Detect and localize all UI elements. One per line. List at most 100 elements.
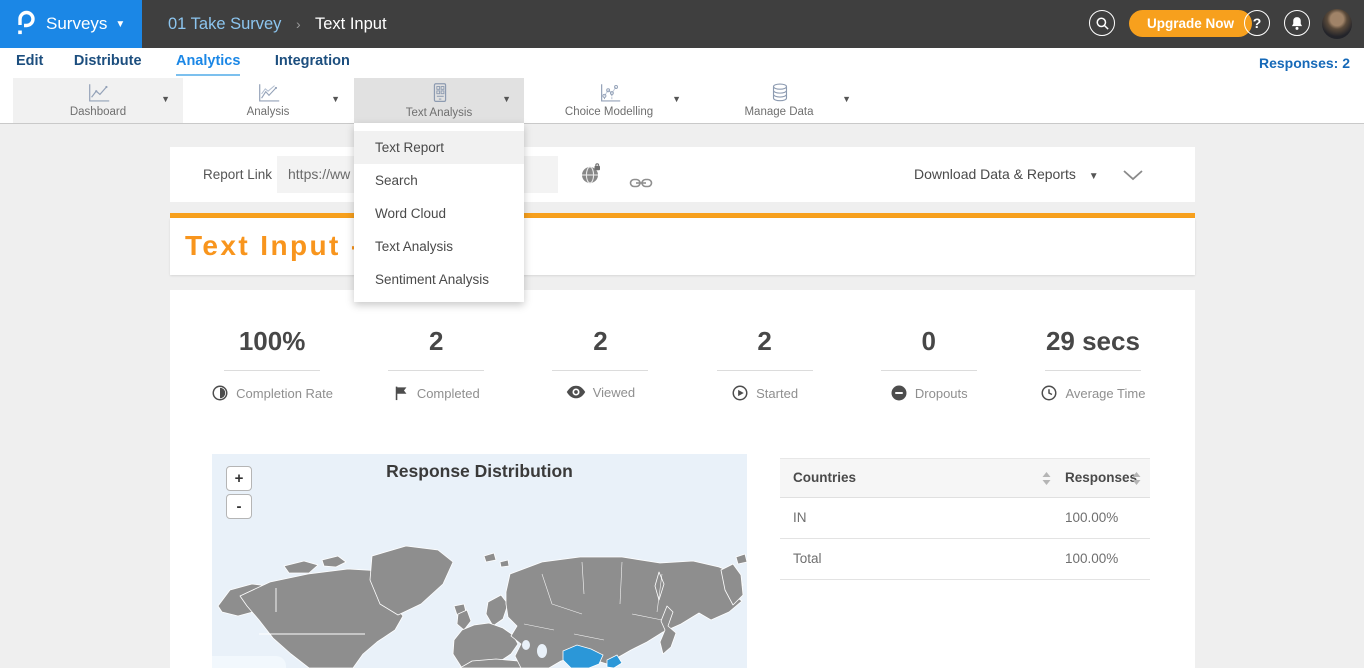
analytics-tab-bar: ▼ Dashboard ▼ Analysis ▼: [0, 78, 1364, 124]
responses-cell: 100.00%: [1065, 539, 1118, 579]
tab-label-text-analysis: Text Analysis: [354, 107, 524, 119]
menu-item-text-analysis[interactable]: Text Analysis: [354, 230, 524, 263]
user-avatar[interactable]: [1322, 9, 1352, 39]
world-map: [212, 454, 747, 668]
eye-icon: [566, 384, 586, 400]
subnav-item-distribute[interactable]: Distribute: [74, 48, 142, 74]
download-data-reports-label: Download Data & Reports: [914, 166, 1076, 182]
table-row: IN 100.00%: [780, 498, 1150, 539]
stat-average-time: 29 secs Average Time: [1011, 326, 1175, 407]
notifications-button[interactable]: [1284, 10, 1310, 36]
map-zoom-out-button[interactable]: -: [226, 494, 252, 519]
stat-label: Completion Rate: [236, 386, 333, 401]
tab-text-analysis[interactable]: ▼ Text Analysis: [354, 78, 524, 124]
download-data-reports-dropdown[interactable]: Download Data & Reports ▼: [914, 147, 1099, 204]
question-title-card: Text Input - R: [170, 218, 1195, 275]
chevron-down-icon[interactable]: ▼: [331, 94, 340, 104]
column-header-responses[interactable]: Responses: [1065, 459, 1137, 497]
tab-manage-data[interactable]: ▼ Manage Data: [694, 78, 864, 123]
menu-item-sentiment-analysis[interactable]: Sentiment Analysis: [354, 263, 524, 296]
stat-value: 0: [847, 326, 1011, 357]
tab-label-dashboard: Dashboard: [13, 106, 183, 118]
sort-icon[interactable]: [1132, 472, 1141, 485]
text-analysis-menu: Text Report Search Word Cloud Text Analy…: [354, 123, 524, 302]
subnav-item-integration[interactable]: Integration: [275, 48, 350, 74]
survey-sub-nav: Edit Distribute Analytics Integration Re…: [0, 48, 1364, 78]
chevron-down-icon[interactable]: ▼: [672, 94, 681, 104]
stat-value: 29 secs: [1011, 326, 1175, 357]
chevron-down-icon[interactable]: ▼: [502, 94, 511, 104]
bell-icon: [1290, 16, 1304, 31]
report-link-card: Report Link https://ww Download Data & R…: [170, 147, 1195, 202]
link-icon[interactable]: [629, 175, 653, 191]
stat-started: 2 Started: [683, 326, 847, 407]
stat-value: 2: [518, 326, 682, 357]
stat-label: Dropouts: [915, 386, 968, 401]
surveys-product-switcher[interactable]: Surveys ▼: [0, 0, 142, 48]
menu-item-search[interactable]: Search: [354, 164, 524, 197]
breadcrumb: 01 Take Survey › Text Input: [168, 0, 387, 48]
stat-viewed: 2 Viewed: [518, 326, 682, 407]
tab-analysis[interactable]: ▼ Analysis: [183, 78, 353, 123]
app-screen: Surveys ▼ 01 Take Survey › Text Input Up…: [0, 0, 1364, 668]
countries-table: Countries Responses IN 100.00% Total 100…: [780, 458, 1150, 580]
response-distribution-map: Response Distribution + -: [212, 454, 747, 668]
breadcrumb-separator: ›: [296, 16, 301, 32]
subnav-item-analytics[interactable]: Analytics: [176, 48, 240, 76]
product-name: Surveys: [46, 14, 107, 34]
completion-rate-icon: [211, 384, 229, 402]
chevron-down-icon: ▼: [1089, 171, 1099, 182]
stat-completed: 2 Completed: [354, 326, 518, 407]
help-button[interactable]: ?: [1244, 10, 1270, 36]
stat-label: Completed: [417, 386, 480, 401]
globe-lock-icon[interactable]: [580, 163, 602, 185]
report-link-label: Report Link: [203, 147, 272, 202]
chevron-down-icon[interactable]: ▼: [842, 94, 851, 104]
top-bar: Surveys ▼ 01 Take Survey › Text Input Up…: [0, 0, 1364, 48]
stat-dropouts: 0 Dropouts: [847, 326, 1011, 407]
search-button[interactable]: [1089, 10, 1115, 36]
country-cell: Total: [793, 539, 822, 579]
map-title: Response Distribution: [212, 461, 747, 482]
choice-modelling-icon: [597, 82, 623, 105]
collapse-panel-chevron-icon[interactable]: [1122, 169, 1144, 181]
subnav-item-edit[interactable]: Edit: [16, 48, 43, 74]
column-header-countries[interactable]: Countries: [793, 459, 856, 497]
responses-count: Responses: 2: [1259, 48, 1350, 78]
chevron-down-icon: ▼: [115, 19, 125, 30]
menu-item-word-cloud[interactable]: Word Cloud: [354, 197, 524, 230]
stat-value: 2: [683, 326, 847, 357]
tab-dashboard[interactable]: ▼ Dashboard: [13, 78, 183, 123]
stat-value: 2: [354, 326, 518, 357]
upgrade-now-button[interactable]: Upgrade Now: [1129, 10, 1252, 37]
text-analysis-icon: [427, 82, 453, 105]
stat-label: Average Time: [1065, 386, 1145, 401]
search-icon: [1095, 16, 1110, 31]
sort-icon[interactable]: [1042, 472, 1051, 485]
responses-cell: 100.00%: [1065, 498, 1118, 538]
analysis-chart-icon: [256, 82, 282, 105]
map-zoom-in-button[interactable]: +: [226, 466, 252, 491]
breadcrumb-current-page: Text Input: [315, 15, 387, 33]
questionpro-logo-icon: [14, 10, 36, 38]
tab-label-choice-modelling: Choice Modelling: [524, 106, 694, 118]
tab-choice-modelling[interactable]: ▼ Choice Modelling: [524, 78, 694, 123]
dashboard-chart-icon: [86, 82, 112, 105]
chevron-down-icon[interactable]: ▼: [161, 94, 170, 104]
stat-label: Viewed: [593, 385, 635, 400]
menu-item-text-report[interactable]: Text Report: [354, 131, 524, 164]
stat-value: 100%: [190, 326, 354, 357]
clock-icon: [1040, 384, 1058, 402]
database-icon: [767, 82, 793, 105]
breadcrumb-survey-link[interactable]: 01 Take Survey: [168, 15, 281, 33]
question-analytics-card: 100% Completion Rate 2: [170, 290, 1195, 668]
tab-label-analysis: Analysis: [183, 106, 353, 118]
flag-icon: [393, 384, 410, 402]
map-zoom-controls: + -: [226, 466, 252, 522]
tab-label-manage-data: Manage Data: [694, 106, 864, 118]
stats-row: 100% Completion Rate 2: [170, 326, 1195, 407]
country-cell: IN: [793, 498, 807, 538]
question-mark-icon: ?: [1253, 15, 1262, 31]
play-circle-icon: [731, 384, 749, 402]
stat-completion-rate: 100% Completion Rate: [190, 326, 354, 407]
